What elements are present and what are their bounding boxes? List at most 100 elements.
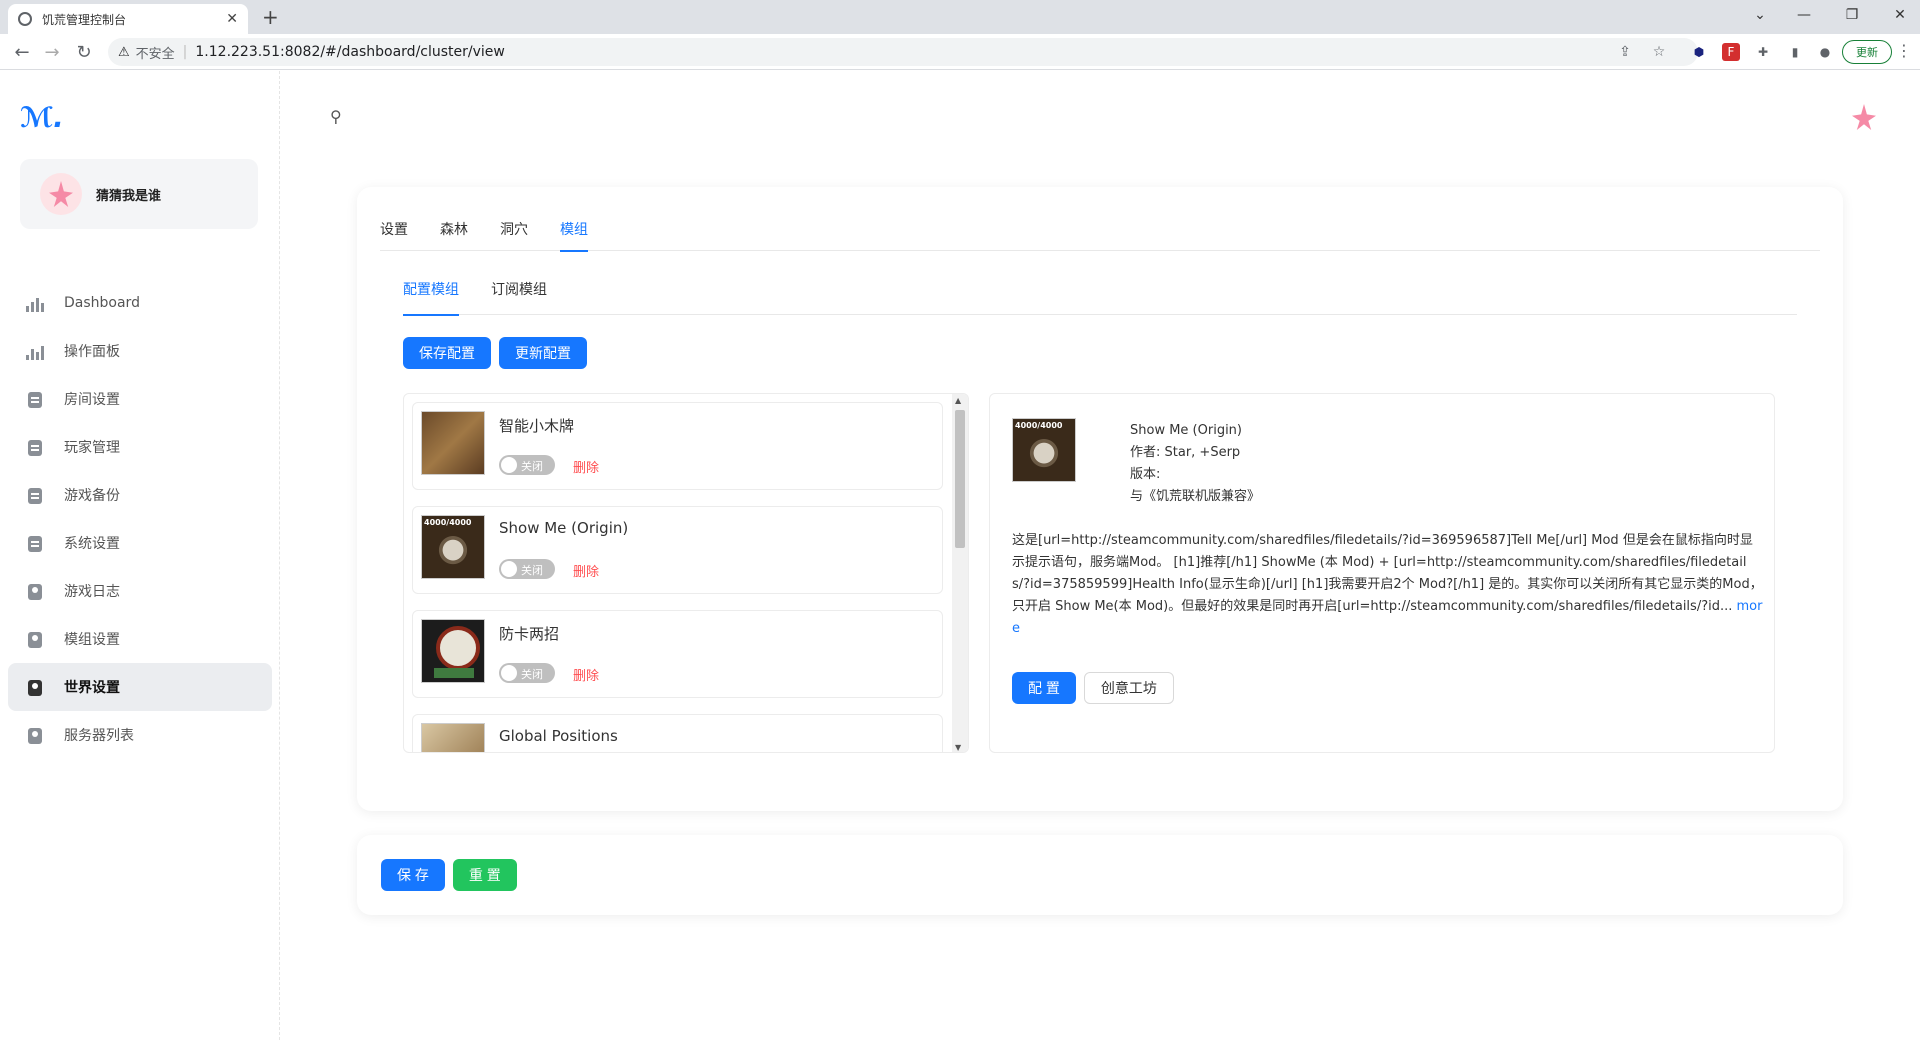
mod-name: 智能小木牌: [499, 417, 575, 435]
insecure-label: 不安全: [135, 46, 175, 62]
sidebar-item-label: Dashboard: [64, 295, 140, 311]
user-icon: [26, 582, 44, 600]
tab-search-icon[interactable]: ⌄: [1740, 0, 1780, 30]
user-name: 猜猜我是谁: [96, 188, 162, 204]
toggle-label: 关闭: [521, 460, 543, 473]
mod-detail-author: 作者: Star, +Serp: [1130, 445, 1241, 460]
subtab-configure-mods[interactable]: 配置模组: [403, 279, 459, 316]
browser-tabbar: 饥荒管理控制台 ✕ + ⌄ — ❐ ✕: [0, 0, 1920, 34]
profile-icon[interactable]: ●: [1816, 43, 1834, 61]
close-tab-icon[interactable]: ✕: [226, 11, 238, 27]
mod-delete-link[interactable]: 删除: [573, 561, 599, 580]
user-icon: [26, 630, 44, 648]
footer-actions: 保 存 重 置: [381, 859, 517, 891]
forward-icon[interactable]: →: [40, 40, 64, 64]
mod-subtabs: 配置模组 订阅模组: [403, 279, 1797, 316]
update-button[interactable]: 更新: [1842, 40, 1892, 64]
subtab-subscribe-mods[interactable]: 订阅模组: [491, 279, 547, 315]
bar-chart-icon: [26, 294, 44, 312]
mod-list-items: 智能小木牌 关闭 删除 4000/4000 Show Me (Origin) 关…: [404, 394, 954, 752]
minimize-icon[interactable]: —: [1784, 0, 1824, 30]
sidebar-item-game-logs[interactable]: 游戏日志: [8, 567, 272, 615]
configure-mod-button[interactable]: 配 置: [1012, 672, 1076, 704]
save-button[interactable]: 保 存: [381, 859, 445, 891]
bookmark-star-icon[interactable]: ☆: [1648, 41, 1670, 63]
sidebar-item-world-settings[interactable]: 世界设置: [8, 663, 272, 711]
mod-toggle[interactable]: 关闭: [499, 455, 555, 475]
sidebar-item-operations[interactable]: 操作面板: [8, 327, 272, 375]
update-config-button[interactable]: 更新配置: [499, 337, 587, 369]
mod-detail-thumbnail: 4000/4000: [1012, 418, 1076, 482]
extensions-puzzle-icon[interactable]: ✚: [1754, 43, 1772, 61]
document-icon: [26, 486, 44, 504]
sidebar-item-label: 游戏备份: [64, 488, 120, 504]
mod-name: Show Me (Origin): [499, 519, 629, 537]
address-bar[interactable]: ⚠ 不安全 | 1.12.223.51:8082/#/dashboard/clu…: [108, 38, 1698, 66]
sidebar-item-label: 服务器列表: [64, 728, 134, 744]
sidebar-item-label: 房间设置: [64, 392, 120, 408]
browser-menu-icon[interactable]: ⋮: [1896, 41, 1912, 60]
mod-delete-link[interactable]: 删除: [573, 457, 599, 476]
mod-item[interactable]: 智能小木牌 关闭 删除: [412, 402, 943, 490]
sidebar-item-label: 玩家管理: [64, 440, 120, 456]
warning-icon: ⚠: [118, 44, 130, 60]
save-config-button[interactable]: 保存配置: [403, 337, 491, 369]
reload-icon[interactable]: ↻: [72, 40, 96, 64]
scroll-up-icon[interactable]: ▲: [955, 396, 961, 405]
mod-thumbnail: [421, 723, 485, 752]
extension-shield-icon[interactable]: ⬢: [1690, 43, 1708, 61]
mod-list[interactable]: 智能小木牌 关闭 删除 4000/4000 Show Me (Origin) 关…: [403, 393, 969, 753]
sidebar-item-label: 游戏日志: [64, 584, 120, 600]
sidebar-item-room-settings[interactable]: 房间设置: [8, 375, 272, 423]
sidebar-item-server-list[interactable]: 服务器列表: [8, 711, 272, 759]
workshop-button[interactable]: 创意工坊: [1083, 672, 1174, 704]
sidebar-item-dashboard[interactable]: Dashboard: [8, 279, 272, 327]
extension-fe-icon[interactable]: F: [1722, 43, 1740, 61]
sidebar-item-player-management[interactable]: 玩家管理: [8, 423, 272, 471]
tab-caves[interactable]: 洞穴: [500, 217, 528, 251]
document-icon: [26, 438, 44, 456]
sidebar-item-label: 操作面板: [64, 344, 120, 360]
tab-settings[interactable]: 设置: [380, 217, 408, 251]
side-panel-icon[interactable]: ▮: [1786, 43, 1804, 61]
app: ℳ. 猜猜我是谁 Dashboard 操作面板 房间设置 玩家管理 游戏备份 系…: [0, 71, 1920, 1040]
sidebar-item-system-settings[interactable]: 系统设置: [8, 519, 272, 567]
scrollbar-thumb[interactable]: [955, 410, 965, 548]
mod-toggle[interactable]: 关闭: [499, 663, 555, 683]
close-window-icon[interactable]: ✕: [1880, 0, 1920, 30]
mod-thumbnail: 4000/4000: [421, 515, 485, 579]
mod-detail-actions: 配 置 创意工坊: [1012, 672, 1174, 704]
browser-tab[interactable]: 饥荒管理控制台 ✕: [8, 4, 248, 34]
description-text: 这是[url=http://steamcommunity.com/sharedf…: [1012, 533, 1763, 614]
mod-delete-link[interactable]: 删除: [573, 665, 599, 684]
back-icon[interactable]: ←: [10, 40, 34, 64]
world-tabs: 设置 森林 洞穴 模组: [380, 217, 1820, 252]
toggle-label: 关闭: [521, 564, 543, 577]
mod-item[interactable]: Global Positions 关闭 删除: [412, 714, 943, 752]
document-icon: [26, 534, 44, 552]
mod-detail-info: Show Me (Origin) 作者: Star, +Serp 版本: 与《饥…: [1130, 420, 1260, 508]
user-card[interactable]: 猜猜我是谁: [20, 159, 258, 229]
address-separator: |: [182, 44, 188, 60]
document-icon: [26, 390, 44, 408]
share-icon[interactable]: ⇪: [1614, 41, 1636, 63]
tab-title: 饥荒管理控制台: [42, 12, 127, 27]
sidebar-item-game-backup[interactable]: 游戏备份: [8, 471, 272, 519]
new-tab-icon[interactable]: +: [262, 5, 279, 29]
footer-card: 保 存 重 置: [357, 835, 1843, 915]
mod-toggle[interactable]: 关闭: [499, 559, 555, 579]
mod-detail-panel: 4000/4000 Show Me (Origin) 作者: Star, +Se…: [989, 393, 1775, 753]
sidebar-item-label: 世界设置: [64, 680, 120, 696]
tab-forest[interactable]: 森林: [440, 217, 468, 251]
scroll-down-icon[interactable]: ▼: [955, 743, 961, 752]
mod-item[interactable]: 防卡两招 关闭 删除: [412, 610, 943, 698]
restore-icon[interactable]: ❐: [1832, 0, 1872, 30]
address-url: 1.12.223.51:8082/#/dashboard/cluster/vie…: [195, 44, 505, 60]
tab-mods[interactable]: 模组: [560, 217, 588, 252]
trend-chart-icon: [26, 342, 44, 360]
mod-detail-version: 版本:: [1130, 467, 1161, 482]
sidebar-item-mod-settings[interactable]: 模组设置: [8, 615, 272, 663]
reset-button[interactable]: 重 置: [452, 859, 517, 891]
mod-list-scrollbar[interactable]: ▲ ▼: [952, 394, 968, 752]
mod-item[interactable]: 4000/4000 Show Me (Origin) 关闭 删除: [412, 506, 943, 594]
